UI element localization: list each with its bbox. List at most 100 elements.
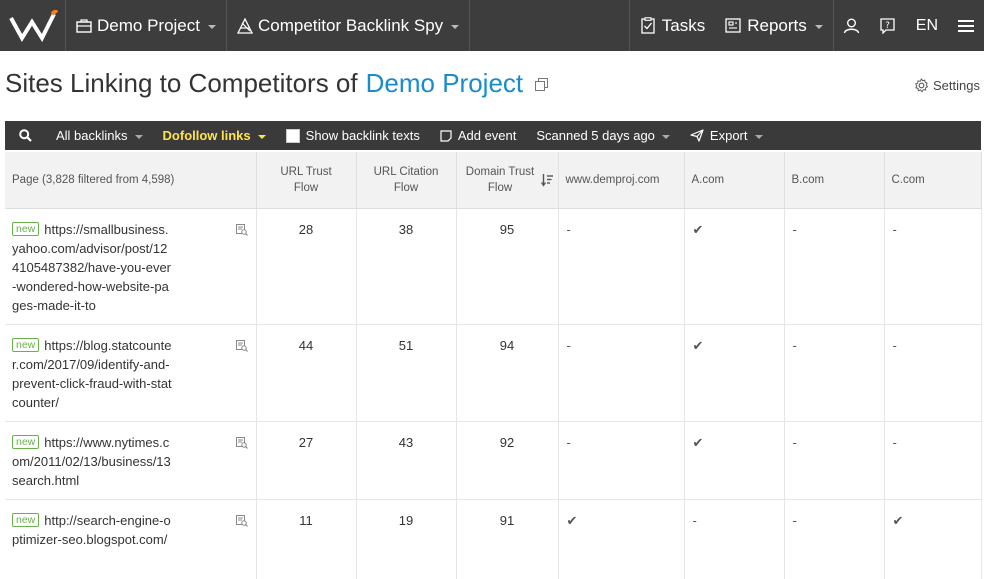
- show-backlink-texts-label: Show backlink texts: [305, 128, 420, 143]
- new-badge: new: [12, 221, 40, 236]
- chevron-down-icon: [207, 24, 216, 29]
- scanned-dropdown[interactable]: Scanned 5 days ago: [526, 121, 680, 150]
- app-logo[interactable]: [0, 0, 66, 51]
- domain-trust-flow-cell: 95: [456, 208, 559, 325]
- export-label: Export: [709, 128, 748, 143]
- topbar-spacer: [470, 0, 630, 51]
- url-citation-flow-cell: 43: [356, 421, 457, 500]
- logo-icon: [8, 9, 58, 42]
- b-com-cell: -: [784, 324, 885, 422]
- settings-button[interactable]: Settings: [914, 78, 980, 93]
- export-dropdown[interactable]: Export: [680, 121, 773, 150]
- hamburger-menu-icon: [958, 19, 974, 32]
- url-trust-flow-cell: 11: [256, 499, 357, 579]
- c-com-cell: -: [884, 208, 982, 325]
- main-menu-button[interactable]: [948, 0, 984, 51]
- url-trust-flow-cell: 28: [256, 208, 357, 325]
- page-cell: new https://blog.statcounter.com/2017/09/…: [5, 324, 257, 422]
- project-selector[interactable]: Demo Project: [66, 0, 227, 51]
- column-header-page[interactable]: Page (3,828 filtered from 4,598): [5, 152, 257, 209]
- a-com-check-icon: ✔: [684, 421, 785, 500]
- table-row: new https://www.nytimes.com/2011/02/13/bu…: [5, 421, 982, 500]
- demproj-cell: -: [558, 421, 685, 500]
- new-badge: new: [12, 434, 40, 449]
- reports-button[interactable]: Reports: [715, 0, 833, 51]
- page-title: Sites Linking to Competitors of Demo Pro…: [5, 68, 549, 99]
- url-trust-flow-cell: 27: [256, 421, 357, 500]
- new-badge: new: [12, 512, 40, 527]
- tasks-icon: [641, 17, 655, 34]
- event-note-icon: [440, 129, 452, 142]
- column-header-url-trust-flow[interactable]: URL Trust Flow: [256, 152, 357, 209]
- dofollow-dropdown[interactable]: Dofollow links: [153, 121, 276, 150]
- column-header-a-com[interactable]: A.com: [684, 152, 785, 209]
- page-details-icon[interactable]: [235, 223, 248, 236]
- sort-descending-icon[interactable]: [540, 174, 553, 187]
- settings-label: Settings: [933, 78, 980, 93]
- show-backlink-texts-checkbox[interactable]: [285, 128, 300, 143]
- page-details-icon[interactable]: [235, 339, 248, 352]
- page-title-project-link[interactable]: Demo Project: [366, 68, 524, 99]
- c-com-check-icon: ✔: [884, 499, 982, 579]
- tasks-label: Tasks: [661, 15, 706, 35]
- filter-toolbar: All backlinks Dofollow links Show backli…: [5, 121, 981, 150]
- tasks-button[interactable]: Tasks: [630, 0, 715, 51]
- table-header-row: Page (3,828 filtered from 4,598) URL Tru…: [5, 152, 982, 209]
- dofollow-label: Dofollow links: [162, 128, 251, 143]
- topbar-actions: Tasks Reports: [630, 0, 834, 51]
- column-header-b-com[interactable]: B.com: [784, 152, 885, 209]
- url-trust-flow-label: URL Trust Flow: [280, 165, 332, 194]
- open-in-new-icon[interactable]: [535, 78, 549, 91]
- user-icon: [844, 18, 860, 34]
- demproj-cell: -: [558, 208, 685, 325]
- page-details-icon[interactable]: [235, 436, 248, 449]
- b-com-cell: -: [784, 421, 885, 500]
- url-citation-flow-cell: 19: [356, 499, 457, 579]
- language-selector[interactable]: EN: [906, 0, 948, 51]
- backlink-spy-icon: [236, 17, 253, 34]
- add-event-button[interactable]: Add event: [430, 121, 527, 150]
- table-row: new https://smallbusiness.yahoo.com/advis…: [5, 208, 982, 325]
- b-com-cell: -: [784, 499, 885, 579]
- column-header-demproj[interactable]: www.demproj.com: [558, 152, 685, 209]
- chevron-down-icon: [661, 134, 670, 139]
- tool-selector-label: Competitor Backlink Spy: [257, 15, 444, 35]
- domain-trust-flow-cell: 92: [456, 421, 559, 500]
- a-com-check-icon: ✔: [684, 324, 785, 422]
- chevron-down-icon: [257, 134, 266, 139]
- search-button[interactable]: [5, 121, 46, 150]
- column-header-c-com[interactable]: C.com: [884, 152, 982, 209]
- domain-trust-flow-cell: 94: [456, 324, 559, 422]
- a-com-check-icon: ✔: [684, 208, 785, 325]
- demproj-cell: -: [558, 324, 685, 422]
- all-backlinks-dropdown[interactable]: All backlinks: [46, 121, 153, 150]
- chevron-down-icon: [451, 24, 460, 29]
- url-citation-flow-cell: 38: [356, 208, 457, 325]
- column-header-url-citation-flow[interactable]: URL Citation Flow: [356, 152, 457, 209]
- help-button[interactable]: ?: [870, 0, 906, 51]
- chevron-down-icon: [814, 24, 823, 29]
- chevron-down-icon: [134, 134, 143, 139]
- topbar-utilities: ? EN: [834, 0, 984, 51]
- reports-label: Reports: [747, 15, 807, 35]
- page-cell: new http://search-engine-optimizer-seo.bl…: [5, 499, 257, 579]
- send-icon: [690, 129, 704, 142]
- demproj-check-icon: ✔: [558, 499, 685, 579]
- briefcase-icon: [76, 18, 92, 33]
- page-title-text: Sites Linking to Competitors of: [5, 68, 358, 98]
- page-details-icon[interactable]: [235, 514, 248, 527]
- chevron-down-icon: [754, 134, 763, 139]
- column-header-domain-trust-flow[interactable]: Domain Trust Flow: [456, 152, 559, 209]
- c-com-cell: -: [884, 324, 982, 422]
- svg-text:?: ?: [885, 21, 890, 31]
- table-row: new http://search-engine-optimizer-seo.bl…: [5, 499, 982, 579]
- c-com-cell: -: [884, 421, 982, 500]
- show-backlink-texts-toggle[interactable]: Show backlink texts: [276, 121, 430, 150]
- add-event-label: Add event: [457, 128, 517, 143]
- scanned-label: Scanned 5 days ago: [536, 128, 655, 143]
- account-button[interactable]: [834, 0, 870, 51]
- table-row: new https://blog.statcounter.com/2017/09/…: [5, 324, 982, 422]
- tool-selector[interactable]: Competitor Backlink Spy: [227, 0, 471, 51]
- language-label: EN: [915, 16, 938, 34]
- url-citation-flow-label: URL Citation Flow: [373, 165, 439, 194]
